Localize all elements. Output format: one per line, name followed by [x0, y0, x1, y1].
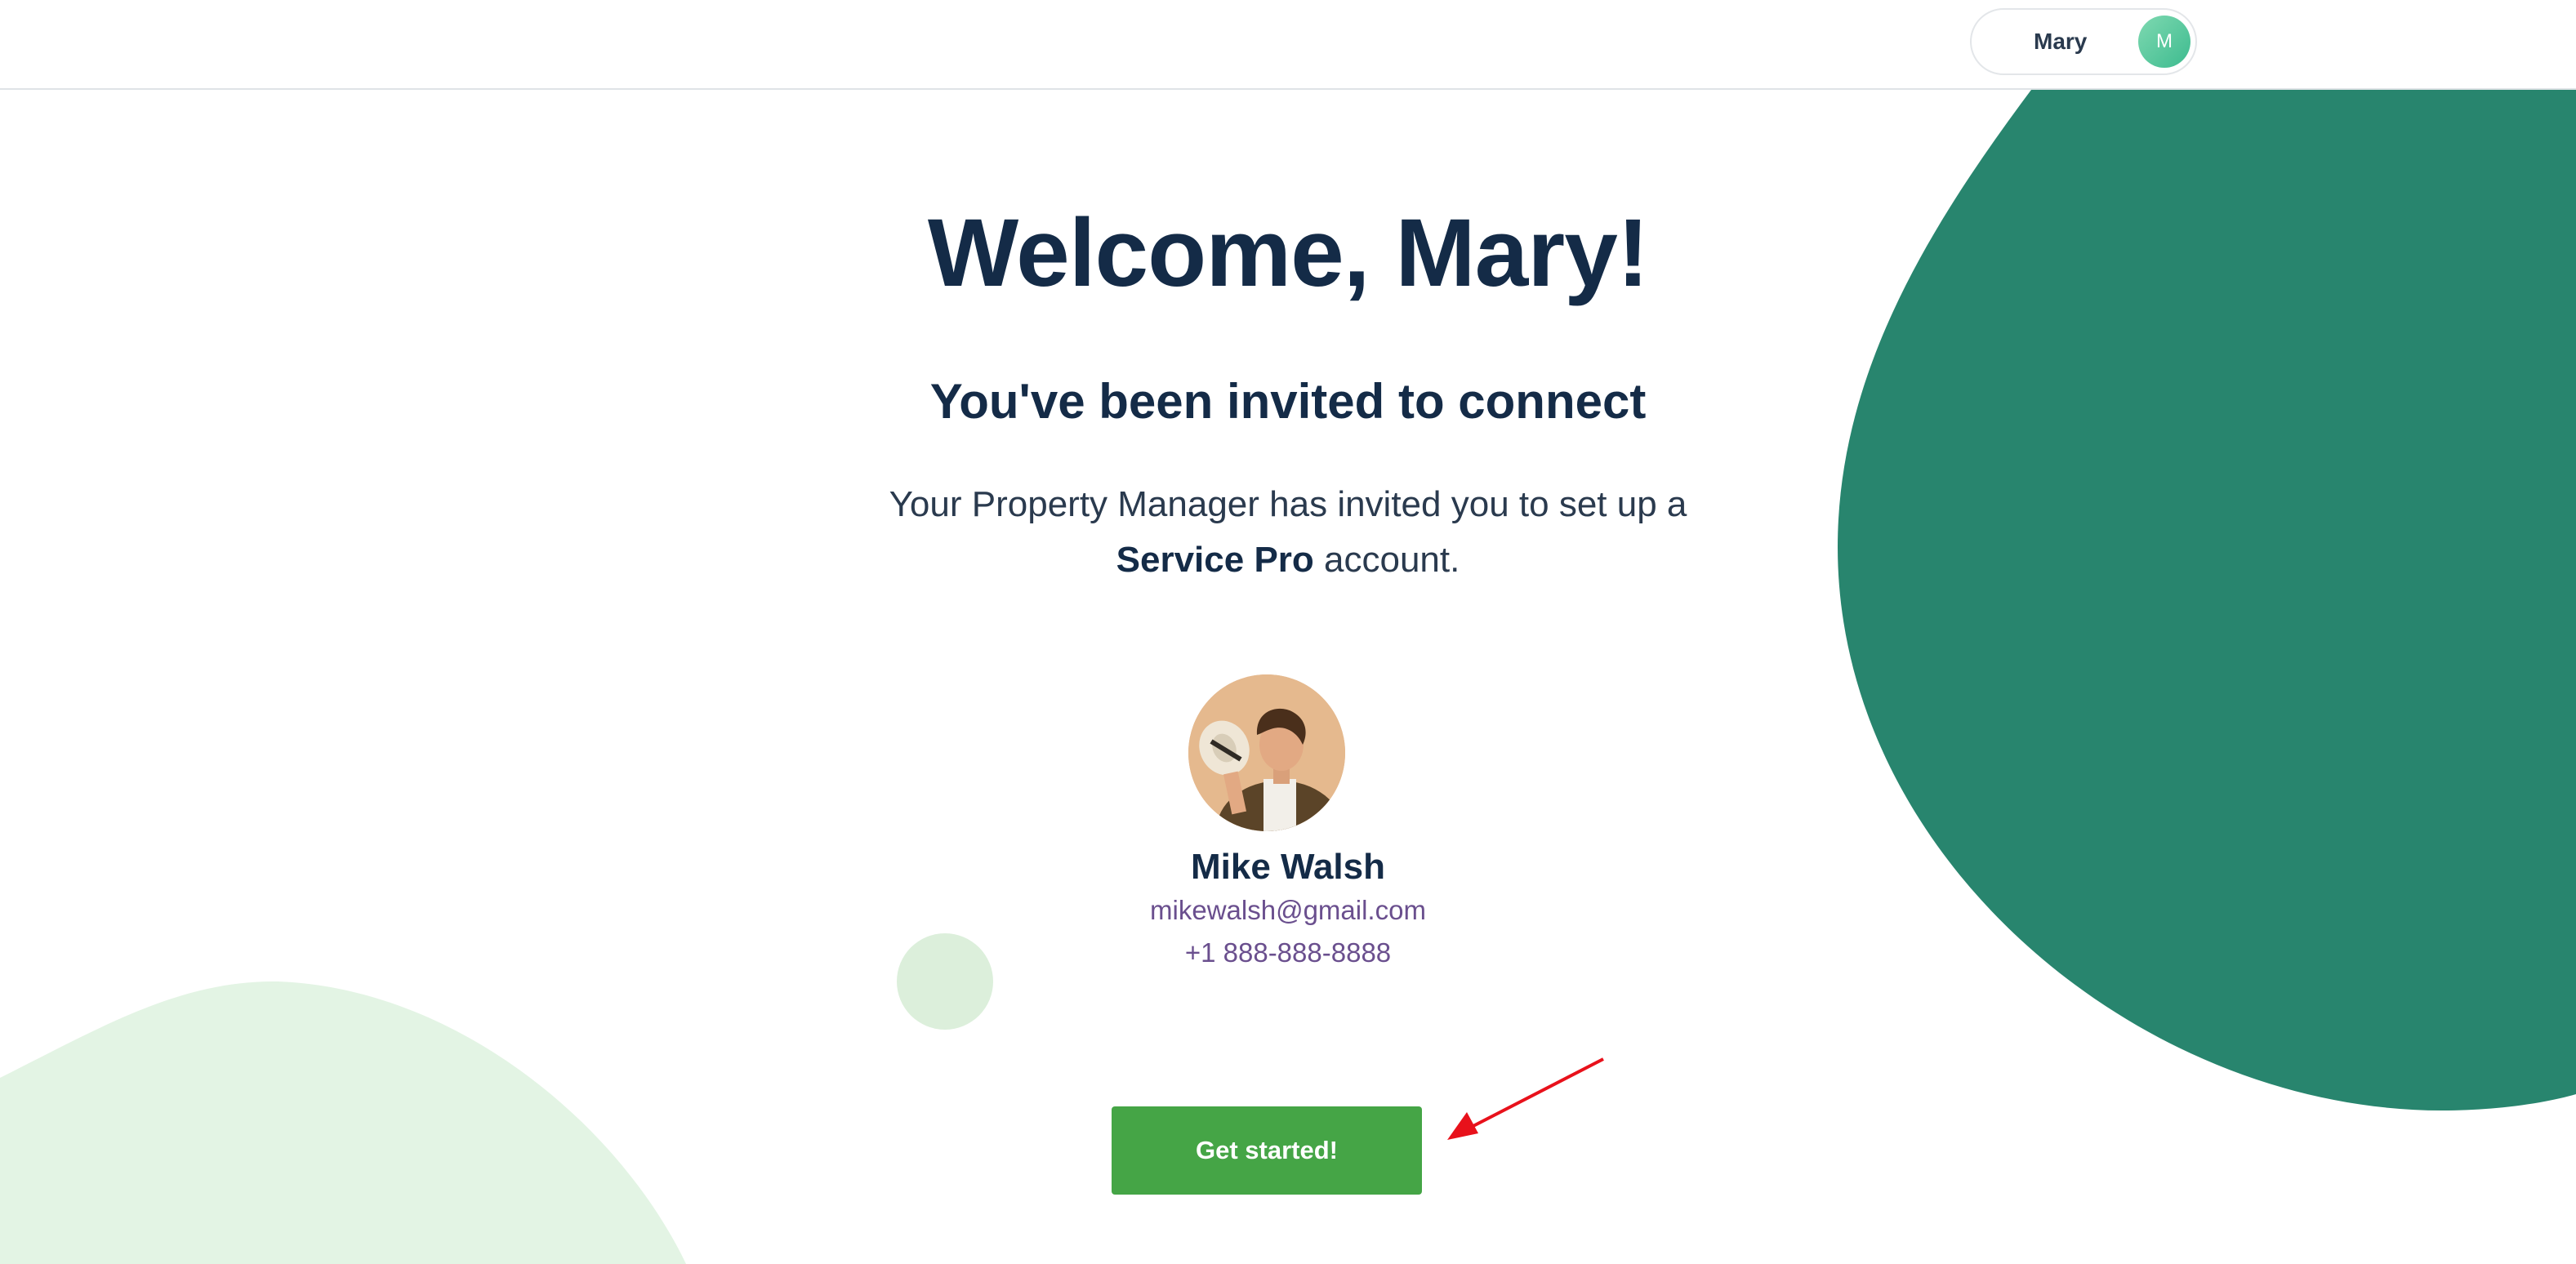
user-menu-button[interactable]: Mary M	[1970, 8, 2197, 75]
top-bar: Mary M	[0, 0, 2576, 90]
contact-photo	[1188, 674, 1345, 831]
description-line-1: Your Property Manager has invited you to…	[889, 484, 1687, 524]
background-decoration	[0, 90, 2576, 1264]
invite-subtitle: You've been invited to connect	[929, 374, 1647, 429]
person-photo-illustration	[1188, 674, 1345, 831]
contact-phone: +1 888-888-8888	[1184, 937, 1392, 968]
page: Mary M Welcome, Mary! You've been invite…	[0, 0, 2576, 1264]
contact-name: Mike Walsh	[1191, 847, 1385, 887]
invite-description: Your Property Manager has invited you to…	[0, 477, 2576, 588]
get-started-button[interactable]: Get started!	[1112, 1106, 1422, 1195]
user-avatar: M	[2138, 16, 2190, 68]
user-name: Mary	[2034, 29, 2088, 54]
contact-email: mikewalsh@gmail.com	[1150, 895, 1426, 925]
description-tail: account.	[1313, 540, 1460, 580]
account-type: Service Pro	[1116, 540, 1314, 580]
description-line-2: Service Pro account.	[0, 532, 2576, 588]
light-green-blob	[0, 981, 686, 1264]
welcome-title: Welcome, Mary!	[927, 199, 1649, 307]
annotation-arrow-icon	[1447, 1057, 1604, 1140]
